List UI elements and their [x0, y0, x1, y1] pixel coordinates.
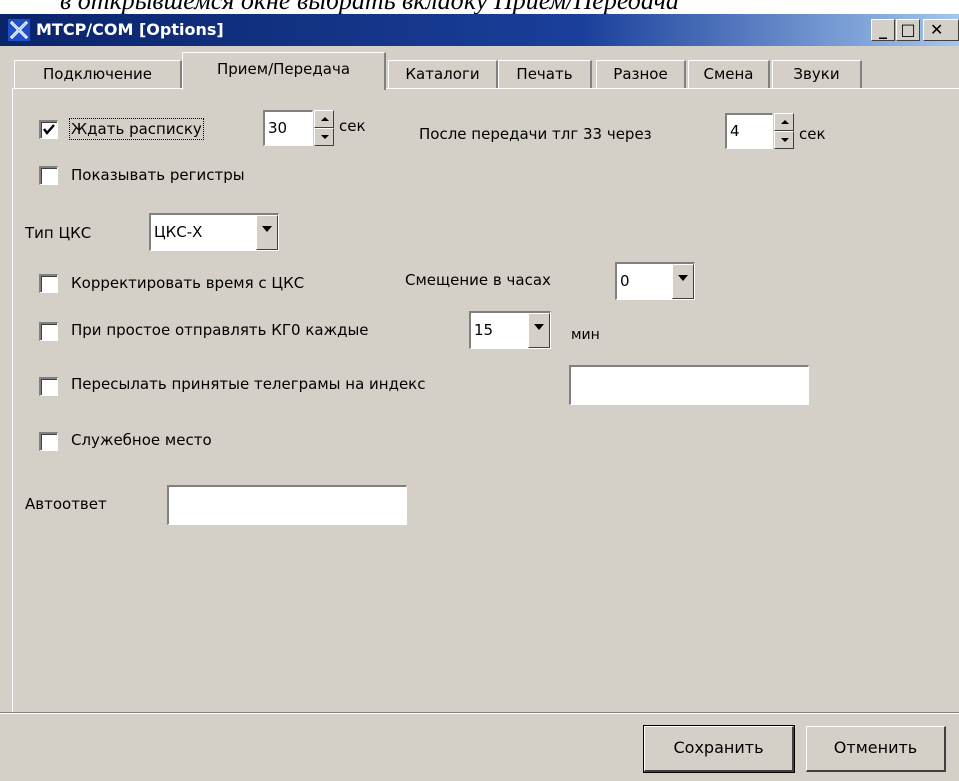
tab-label: Разное [613, 65, 668, 83]
tab-sounds[interactable]: Звуки [772, 60, 862, 88]
cks-type-value: ЦКС-Х [154, 223, 203, 241]
forward-index-input[interactable] [569, 365, 809, 405]
save-button[interactable]: Сохранить [643, 725, 795, 773]
minimize-icon: _ [879, 20, 887, 39]
wait-receipt-spinner[interactable] [314, 110, 334, 146]
idle-send-unit: мин [571, 327, 600, 343]
offset-hours-label: Смещение в часах [405, 271, 551, 289]
spin-down-button[interactable] [774, 131, 794, 149]
service-place-checkbox[interactable] [39, 432, 58, 451]
arrow-down-icon [781, 138, 789, 142]
arrow-up-icon [781, 120, 789, 124]
correct-time-checkbox[interactable] [39, 274, 58, 293]
tab-panel-receive-send: Ждать расписку 30 сек После передачи тлг… [12, 88, 959, 713]
tab-misc[interactable]: Разное [596, 60, 686, 88]
tab-print[interactable]: Печать [498, 60, 592, 88]
forward-checkbox[interactable] [39, 377, 58, 396]
tab-label: Подключение [43, 65, 152, 83]
cks-type-dropdown-button[interactable] [256, 215, 278, 250]
close-button[interactable]: ✕ [923, 19, 959, 41]
options-window: MTCP/COM [Options] _ □ ✕ Подключение При… [0, 14, 959, 781]
autoreply-input[interactable] [167, 485, 407, 525]
footer-divider [0, 712, 959, 714]
tab-label: Прием/Передача [216, 60, 351, 78]
wait-receipt-unit: сек [339, 117, 366, 135]
chevron-down-icon [262, 226, 272, 232]
after-send-label: После передачи тлг 33 через [419, 125, 652, 143]
minimize-button[interactable]: _ [871, 19, 895, 41]
after-send-unit: сек [799, 125, 826, 143]
tab-catalogs[interactable]: Каталоги [388, 60, 498, 88]
autoreply-label: Автоответ [25, 495, 107, 513]
cancel-button[interactable]: Отменить [806, 726, 946, 772]
show-registers-label: Показывать регистры [71, 166, 245, 184]
offset-hours-value: 0 [620, 272, 630, 290]
x-app-icon [8, 19, 30, 41]
maximize-icon: □ [900, 20, 916, 39]
tab-label: Звуки [793, 65, 840, 83]
offset-hours-dropdown-button[interactable] [672, 264, 694, 299]
spin-up-button[interactable] [774, 113, 794, 131]
title-bar[interactable]: MTCP/COM [Options] _ □ ✕ [0, 14, 959, 46]
tab-label: Каталоги [405, 65, 480, 83]
idle-send-dropdown-button[interactable] [528, 313, 550, 348]
wait-receipt-label[interactable]: Ждать расписку [69, 118, 204, 140]
tab-label: Смена [703, 65, 754, 83]
tab-shift[interactable]: Смена [688, 60, 770, 88]
checkmark-icon [43, 124, 55, 135]
idle-send-checkbox[interactable] [39, 322, 58, 341]
forward-label: Пересылать принятые телеграмы на индекс [71, 375, 426, 393]
spin-up-button[interactable] [314, 110, 334, 128]
wait-receipt-checkbox[interactable] [39, 120, 58, 139]
service-place-label: Служебное место [71, 431, 212, 449]
cks-type-select[interactable]: ЦКС-Х [149, 213, 279, 251]
arrow-up-icon [321, 117, 329, 121]
close-icon: ✕ [930, 20, 944, 39]
chevron-down-icon [534, 324, 544, 330]
idle-send-interval-select[interactable]: 15 [469, 311, 551, 349]
after-send-seconds-input[interactable]: 4 [725, 113, 773, 149]
spin-down-button[interactable] [314, 128, 334, 146]
idle-send-label: При простое отправлять КГ0 каждые [71, 321, 369, 339]
after-send-spinner[interactable] [774, 113, 794, 149]
maximize-button[interactable]: □ [896, 19, 920, 41]
show-registers-checkbox[interactable] [39, 166, 58, 185]
chevron-down-icon [678, 275, 688, 281]
offset-hours-select[interactable]: 0 [615, 262, 695, 300]
window-title: MTCP/COM [Options] [36, 20, 224, 39]
tab-connection[interactable]: Подключение [14, 60, 182, 88]
tab-receive-send[interactable]: Прием/Передача [182, 52, 386, 90]
tab-label: Печать [516, 65, 573, 83]
correct-time-label: Корректировать время с ЦКС [71, 274, 305, 292]
cks-type-label: Тип ЦКС [25, 224, 92, 242]
arrow-down-icon [321, 135, 329, 139]
wait-receipt-seconds-input[interactable]: 30 [263, 110, 313, 146]
idle-send-interval-value: 15 [474, 321, 494, 339]
